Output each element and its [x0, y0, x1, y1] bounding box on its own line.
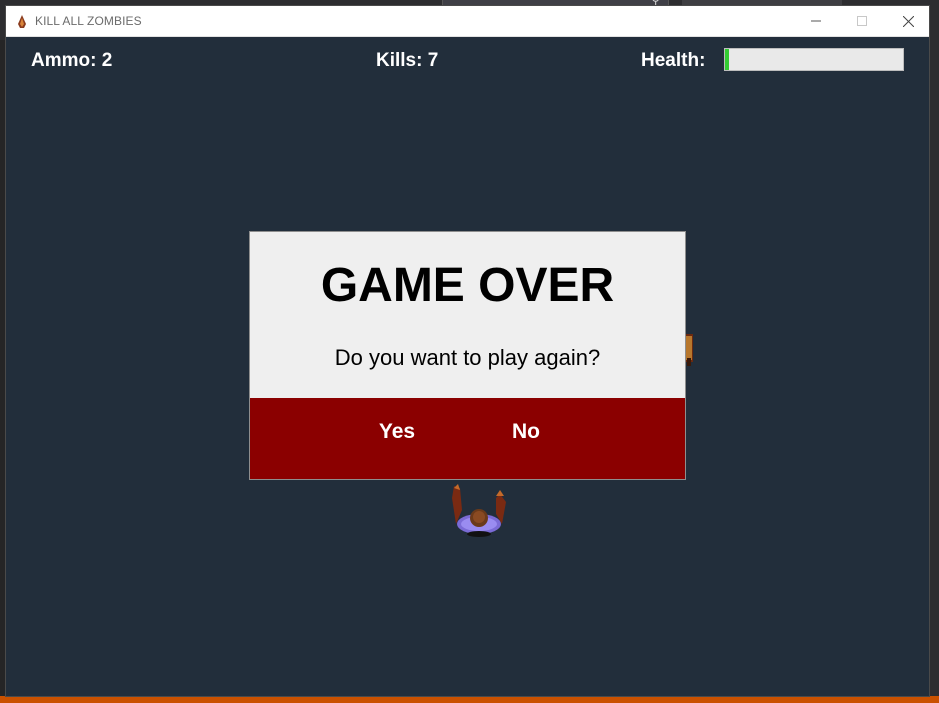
dialog-question: Do you want to play again? — [334, 345, 601, 370]
zombie-sprite — [452, 484, 506, 537]
window-title: KILL ALL ZOMBIES — [35, 14, 142, 28]
maximize-icon — [857, 16, 867, 26]
maximize-button[interactable] — [839, 6, 885, 36]
ammo-counter: Ammo: 2 — [31, 50, 113, 71]
no-button[interactable]: No — [505, 418, 547, 446]
game-window: KILL ALL ZOMBIES Ammo: 2 Kills: 7 Health… — [5, 5, 930, 697]
dialog-title: GAME OVER — [320, 259, 615, 312]
close-icon — [902, 15, 914, 27]
health-bar-fill — [725, 49, 729, 70]
dialog-button-bar: Yes No — [250, 398, 685, 479]
minimize-icon — [811, 20, 821, 22]
close-button[interactable] — [885, 6, 931, 36]
yes-button[interactable]: Yes — [372, 418, 422, 446]
health-label: Health: — [641, 50, 706, 71]
minimize-button[interactable] — [793, 6, 839, 36]
health-bar — [724, 48, 904, 71]
app-icon — [18, 15, 26, 28]
game-over-dialog: GAME OVER Do you want to play again? Yes… — [249, 231, 686, 480]
dialog-message-panel: GAME OVER Do you want to play again? — [250, 232, 685, 398]
background-ide-statusbar — [0, 696, 939, 703]
title-bar[interactable]: KILL ALL ZOMBIES — [6, 6, 929, 37]
kills-counter: Kills: 7 — [376, 50, 439, 71]
